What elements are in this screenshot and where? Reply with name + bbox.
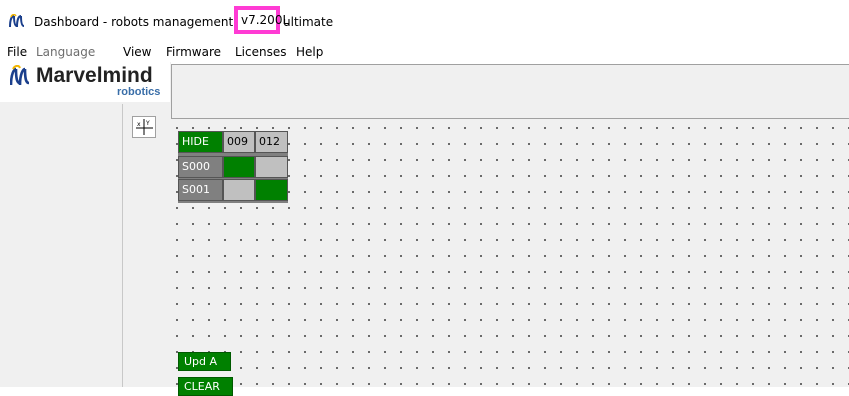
menu-file[interactable]: File xyxy=(7,45,27,59)
panel-divider xyxy=(122,104,123,387)
matrix-cell-active xyxy=(223,156,255,178)
axis-icon: x Y xyxy=(136,119,153,135)
hide-button[interactable]: HIDE xyxy=(178,131,223,153)
marvelmind-logo-icon xyxy=(9,14,25,28)
matrix-row-header: S001 xyxy=(178,179,223,201)
menu-bar: File Language View Firmware Licenses Hel… xyxy=(0,42,849,62)
matrix-cell-active xyxy=(255,179,288,201)
window-title: Dashboard - robots management xyxy=(34,15,234,29)
matrix-cell-inactive xyxy=(223,179,255,201)
menu-language[interactable]: Language xyxy=(36,45,95,59)
toolbar-panel xyxy=(171,64,849,119)
menu-licenses[interactable]: Licenses xyxy=(235,45,287,59)
svg-text:Y: Y xyxy=(145,120,150,127)
upd-a-button[interactable]: Upd A xyxy=(178,352,231,371)
matrix-row-header: S000 xyxy=(178,156,223,178)
edition-label: ultimate xyxy=(283,15,334,29)
version-label: v7.200L xyxy=(234,6,289,34)
marvelmind-logo-icon xyxy=(10,65,30,86)
left-panel xyxy=(0,62,171,387)
menu-view[interactable]: View xyxy=(123,45,151,59)
distance-matrix: HIDE 009 012 S000 S001 xyxy=(178,131,288,203)
svg-text:x: x xyxy=(137,121,141,128)
title-bar: Dashboard - robots management v7.200L ul… xyxy=(0,0,849,42)
logo-tagline: robotics xyxy=(117,86,161,98)
menu-firmware[interactable]: Firmware xyxy=(166,45,221,59)
logo-name: Marvelmind xyxy=(36,64,153,87)
matrix-cell-inactive xyxy=(255,156,288,178)
menu-help[interactable]: Help xyxy=(296,45,323,59)
matrix-col-header: 012 xyxy=(255,131,288,153)
matrix-col-header: 009 xyxy=(223,131,255,153)
axis-toggle-button[interactable]: x Y xyxy=(132,116,156,138)
